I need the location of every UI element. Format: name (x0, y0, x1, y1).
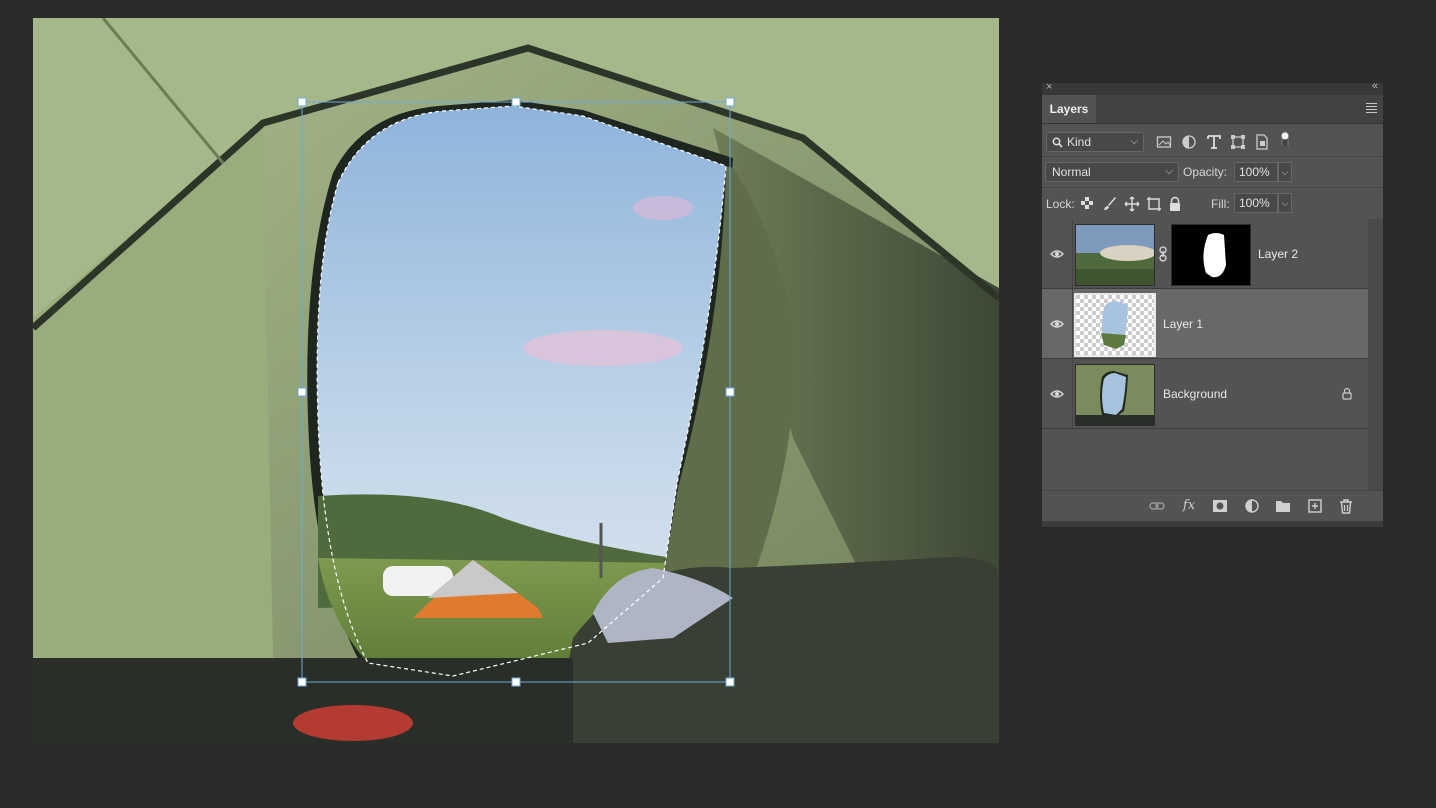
chevron-down-icon: ⌵ (1130, 136, 1138, 147)
fill-slider-toggle[interactable]: ⌵ (1278, 193, 1292, 213)
folder-icon[interactable] (1275, 498, 1291, 514)
layer-2-thumbnail-image (1076, 225, 1154, 285)
adjustment-icon[interactable] (1244, 498, 1260, 514)
blend-mode-value: Normal (1052, 165, 1091, 179)
eye-icon[interactable] (1050, 317, 1064, 331)
layers-scrollbar[interactable] (1368, 219, 1383, 493)
blend-row: Normal ⌵ Opacity: 100% ⌵ (1042, 157, 1383, 188)
layer-2-thumbnail[interactable] (1075, 224, 1155, 286)
filter-kind-select[interactable]: Kind ⌵ (1046, 132, 1144, 152)
lock-row: Lock: Fill: 100% ⌵ (1042, 187, 1383, 220)
eye-icon[interactable] (1050, 387, 1064, 401)
lock-artboard-icon[interactable] (1146, 196, 1162, 212)
link-icon[interactable] (1149, 498, 1165, 514)
layer-name[interactable]: Layer 2 (1258, 247, 1298, 261)
opacity-label: Opacity: (1183, 165, 1228, 179)
background-thumbnail-image (1076, 365, 1154, 425)
layer-mask-thumbnail[interactable] (1171, 224, 1251, 286)
layers-list: Layer 2 Layer 1 Background (1042, 219, 1370, 493)
eye-icon[interactable] (1050, 247, 1064, 261)
filter-kind-label: Kind (1067, 135, 1092, 149)
lock-image-pixels-icon[interactable] (1102, 196, 1118, 212)
background-thumbnail[interactable] (1075, 364, 1155, 426)
mask-icon[interactable] (1212, 498, 1228, 514)
layer-name[interactable]: Background (1163, 387, 1227, 401)
layer-row-layer-2[interactable]: Layer 2 (1042, 219, 1370, 289)
panel-tabbar: Layers (1042, 95, 1383, 124)
tent-photo (33, 18, 999, 743)
shape-filter-icon[interactable] (1230, 134, 1246, 150)
close-panel-icon[interactable]: × (1046, 81, 1052, 93)
filter-toggle-icon[interactable] (1280, 130, 1296, 146)
layer-row-background[interactable]: Background (1042, 359, 1370, 429)
panel-resize-grip[interactable] (1042, 521, 1383, 527)
layer-row-layer-1[interactable]: Layer 1 (1042, 289, 1370, 359)
lock-all-icon[interactable] (1168, 196, 1182, 212)
adjustment-filter-icon[interactable] (1181, 134, 1197, 150)
panel-bottom-bar: fx (1042, 490, 1383, 521)
layer-name[interactable]: Layer 1 (1163, 317, 1203, 331)
trash-icon[interactable] (1338, 498, 1354, 514)
collapse-panel-icon[interactable]: « (1372, 80, 1378, 92)
lock-label: Lock: (1046, 197, 1075, 211)
opacity-slider-toggle[interactable]: ⌵ (1278, 162, 1292, 182)
new-layer-icon[interactable] (1307, 498, 1323, 514)
layer-1-thumbnail[interactable] (1074, 293, 1156, 357)
chevron-down-icon: ⌵ (1165, 166, 1173, 177)
layers-panel: × « Layers Kind ⌵ Normal ⌵ Opacity: 100%… (1041, 80, 1384, 528)
fill-label: Fill: (1211, 197, 1230, 211)
layer-1-thumbnail-image (1076, 295, 1154, 355)
fill-field[interactable]: 100% (1234, 193, 1278, 213)
type-filter-icon[interactable] (1206, 134, 1222, 150)
search-icon (1052, 137, 1063, 148)
lock-icon (1342, 387, 1352, 400)
lock-position-icon[interactable] (1124, 196, 1140, 212)
panel-menu-icon[interactable] (1366, 103, 1377, 115)
blend-mode-select[interactable]: Normal ⌵ (1045, 162, 1179, 182)
lock-transparent-pixels-icon[interactable] (1080, 196, 1094, 210)
opacity-field[interactable]: 100% (1234, 162, 1278, 182)
fx-icon[interactable]: fx (1181, 498, 1197, 514)
smart-object-filter-icon[interactable] (1254, 134, 1270, 150)
mask-link-icon[interactable] (1158, 246, 1168, 262)
pixel-layer-filter-icon[interactable] (1156, 134, 1172, 150)
tab-layers[interactable]: Layers (1042, 95, 1096, 123)
document-canvas[interactable] (33, 18, 999, 743)
filter-row: Kind ⌵ (1042, 124, 1383, 157)
layer-mask-image (1172, 225, 1250, 285)
panel-topbar: × « (1042, 80, 1383, 95)
